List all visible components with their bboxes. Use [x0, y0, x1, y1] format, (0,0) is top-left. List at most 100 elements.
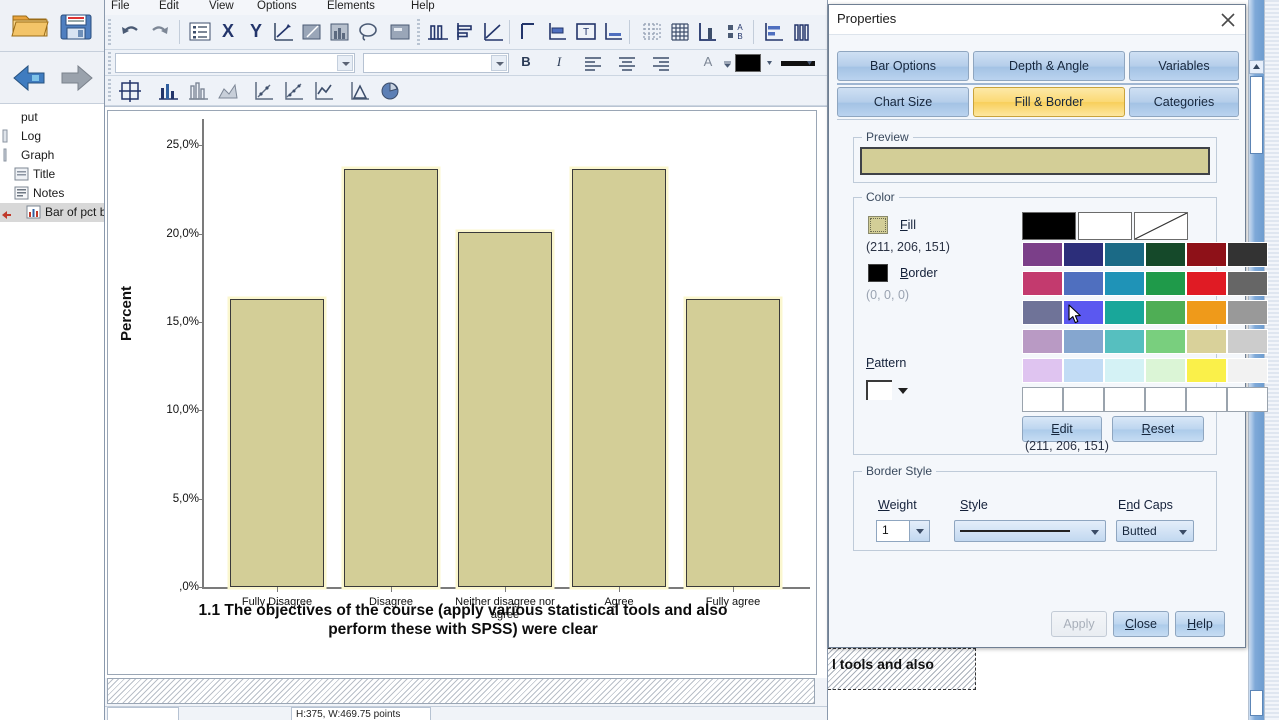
menu-edit[interactable]: Edit	[159, 0, 179, 14]
bar-disagree[interactable]	[344, 168, 438, 587]
outline-item-graph[interactable]: Graph	[0, 146, 104, 165]
outline-item-bar-of-pct[interactable]: Bar of pct b	[0, 203, 106, 222]
stacked-bar-icon[interactable]	[545, 19, 571, 45]
simple-bar-icon[interactable]	[155, 78, 181, 104]
palette-swatch-r1c3[interactable]	[1104, 242, 1145, 267]
toolbar-grip[interactable]	[108, 19, 111, 45]
properties-icon[interactable]	[187, 19, 213, 45]
endcaps-chevron-icon[interactable]	[1176, 524, 1191, 539]
bar-neither[interactable]	[458, 232, 552, 587]
align-right-icon[interactable]	[651, 54, 671, 72]
open-folder-icon[interactable]	[10, 8, 50, 44]
fill-color-chevron-icon[interactable]	[765, 56, 774, 70]
palette-swatch-r1c1[interactable]	[1022, 242, 1063, 267]
both-gridlines-icon[interactable]	[667, 19, 693, 45]
help-button[interactable]: Help	[1175, 611, 1225, 637]
histogram-icon[interactable]	[789, 19, 815, 45]
italic-button[interactable]: I	[548, 52, 570, 72]
add-reference-line-icon[interactable]	[299, 19, 325, 45]
palette-swatch-r2c1[interactable]	[1022, 271, 1063, 296]
area-chart-icon[interactable]	[215, 78, 241, 104]
palette-swatch-r4c3[interactable]	[1104, 329, 1145, 354]
palette-swatch-r3c4[interactable]	[1145, 300, 1186, 325]
add-distribution-curve-icon[interactable]	[327, 19, 353, 45]
palette-swatch-r1c5[interactable]	[1186, 242, 1227, 267]
palette-swatch-r1c4[interactable]	[1145, 242, 1186, 267]
bar-fully-disagree[interactable]	[230, 299, 324, 587]
border-color-swatch-current[interactable]	[868, 264, 888, 282]
scroll-thumb-bottom[interactable]	[1250, 690, 1263, 716]
palette-swatch-r4c4[interactable]	[1145, 329, 1186, 354]
palette-swatch-r6c3[interactable]	[1104, 387, 1145, 412]
axis-scale-icon[interactable]	[695, 19, 721, 45]
line-chart-icon[interactable]	[481, 19, 507, 45]
chevron-down-icon-2[interactable]	[491, 55, 507, 71]
menu-help[interactable]: Help	[411, 0, 435, 14]
palette-swatch-r5c2[interactable]	[1063, 358, 1104, 383]
data-label-mode-icon[interactable]	[387, 19, 413, 45]
palette-swatch-r2c2[interactable]	[1063, 271, 1104, 296]
palette-swatch-r2c4[interactable]	[1145, 271, 1186, 296]
horizontal-bar-icon[interactable]	[453, 19, 479, 45]
palette-swatch-r5c5[interactable]	[1186, 358, 1227, 383]
save-icon[interactable]	[56, 8, 96, 44]
menu-elements[interactable]: Elements	[327, 0, 375, 14]
font-size-combo[interactable]	[363, 53, 509, 73]
palette-swatch-r5c4[interactable]	[1145, 358, 1186, 383]
pattern-preview[interactable]	[866, 380, 892, 400]
palette-swatch-r3c1[interactable]	[1022, 300, 1063, 325]
palette-swatch-r3c5[interactable]	[1186, 300, 1227, 325]
scatter-fit-icon[interactable]	[281, 78, 307, 104]
scatter-plot-icon[interactable]	[251, 78, 277, 104]
font-family-combo[interactable]	[115, 53, 355, 73]
palette-swatch-r4c2[interactable]	[1063, 329, 1104, 354]
scroll-thumb[interactable]	[1250, 76, 1263, 154]
palette-swatch-r6c1[interactable]	[1022, 387, 1063, 412]
palette-swatch-r4c1[interactable]	[1022, 329, 1063, 354]
fill-color-swatch[interactable]	[735, 54, 761, 72]
menu-view[interactable]: View	[209, 0, 234, 14]
palette-swatch-r5c1[interactable]	[1022, 358, 1063, 383]
pattern-dropdown-icon[interactable]	[898, 388, 908, 394]
bar-label-icon[interactable]	[761, 19, 787, 45]
palette-swatch-r6c6[interactable]	[1227, 387, 1268, 412]
reset-color-button[interactable]: Reset	[1112, 416, 1204, 442]
format-toolbar-grip[interactable]	[108, 52, 111, 74]
palette-swatch-r6c4[interactable]	[1145, 387, 1186, 412]
tab-bar-options[interactable]: Bar Options	[837, 51, 969, 81]
style-chevron-icon[interactable]	[1088, 524, 1103, 539]
palette-swatch-black[interactable]	[1022, 212, 1076, 240]
line-weight-chevron-icon[interactable]	[805, 56, 814, 70]
align-center-icon[interactable]	[617, 54, 637, 72]
outline-item-output[interactable]: put	[0, 108, 104, 127]
outline-item-log[interactable]: Log	[0, 127, 104, 146]
tab-variables[interactable]: Variables	[1129, 51, 1239, 81]
tab-depth-angle[interactable]: Depth & Angle	[973, 51, 1125, 81]
pie-chart-icon[interactable]	[377, 78, 403, 104]
chevron-down-icon[interactable]	[337, 55, 353, 71]
distribution-icon[interactable]	[347, 78, 373, 104]
bar-chart-type-icon[interactable]	[425, 19, 451, 45]
tab-chart-size[interactable]: Chart Size	[837, 87, 969, 117]
back-arrow-icon[interactable]	[10, 60, 50, 96]
tab-fill-and-border[interactable]: Fill & Border	[973, 87, 1125, 117]
x-axis-icon[interactable]: X	[215, 18, 241, 44]
undo-icon[interactable]	[117, 19, 143, 45]
toolbar-grip-2[interactable]	[417, 19, 420, 45]
outline-tree[interactable]: put Log Graph Title Notes Bar of pct b	[0, 104, 106, 720]
sort-ab-icon[interactable]: A B	[723, 19, 749, 45]
weight-combo[interactable]: 1	[876, 520, 930, 542]
text-color-button[interactable]: A	[697, 52, 719, 72]
menu-options[interactable]: Options	[257, 0, 297, 14]
line-series-icon[interactable]	[311, 78, 337, 104]
grid-lines-icon[interactable]	[639, 19, 665, 45]
endcaps-combo[interactable]: Butted	[1116, 520, 1194, 542]
chart-frame[interactable]: Percent ,0% 5,0% 10,0% 15,0% 20,0% 25,0%	[107, 110, 817, 675]
chart-title[interactable]: 1.1 The objectives of the course (apply …	[148, 601, 778, 639]
scroll-up-button[interactable]	[1249, 60, 1264, 74]
palette-swatch-r3c6[interactable]	[1227, 300, 1268, 325]
footnote-icon[interactable]	[601, 19, 627, 45]
palette-swatch-r5c6[interactable]	[1227, 358, 1268, 383]
palette-swatch-r1c2[interactable]	[1063, 242, 1104, 267]
bar-agree[interactable]	[572, 168, 666, 587]
